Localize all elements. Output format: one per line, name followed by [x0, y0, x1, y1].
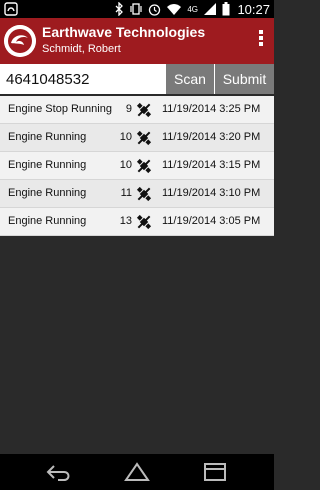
device-id-input[interactable]: [0, 64, 166, 94]
vibrate-icon: [130, 3, 142, 15]
event-list: Engine Stop Running 9 11/19/2014 3:25 PM…: [0, 96, 274, 236]
event-count: 13: [119, 215, 132, 227]
status-time: 10:27: [237, 2, 270, 17]
satellite-icon: [136, 102, 152, 118]
event-timestamp: 11/19/2014 3:10 PM: [162, 187, 261, 199]
recents-icon[interactable]: [200, 460, 230, 484]
bluetooth-icon: [115, 2, 124, 16]
event-timestamp: 11/19/2014 3:05 PM: [162, 215, 261, 227]
event-label: Engine Running: [8, 187, 87, 199]
event-row[interactable]: Engine Stop Running 9 11/19/2014 3:25 PM: [0, 96, 274, 124]
alarm-icon: [149, 4, 161, 16]
event-label: Engine Running: [8, 159, 87, 171]
back-icon[interactable]: [44, 460, 74, 484]
event-label: Engine Running: [8, 215, 87, 227]
event-count: 10: [119, 159, 132, 171]
earthwave-logo[interactable]: [4, 25, 36, 57]
submit-button[interactable]: Submit: [215, 64, 274, 94]
event-count: 11: [120, 187, 132, 199]
network-type: 4G: [187, 4, 198, 14]
event-timestamp: 11/19/2014 3:25 PM: [162, 103, 261, 115]
overflow-menu-icon[interactable]: [254, 28, 268, 54]
event-row[interactable]: Engine Running 11 11/19/2014 3:10 PM: [0, 180, 274, 208]
event-timestamp: 11/19/2014 3:15 PM: [162, 159, 261, 171]
user-name: Schmidt, Robert: [42, 43, 121, 55]
status-bar: 4G 10:27: [0, 0, 274, 18]
event-count: 10: [119, 131, 132, 143]
app-title: Earthwave Technologies: [42, 24, 206, 40]
satellite-icon: [136, 214, 152, 230]
event-label: Engine Running: [8, 131, 87, 143]
input-row: Scan Submit: [0, 64, 274, 94]
event-row[interactable]: Engine Running 10 11/19/2014 3:20 PM: [0, 124, 274, 152]
app-bar: Earthwave Technologies Schmidt, Robert: [0, 18, 274, 64]
event-timestamp: 11/19/2014 3:20 PM: [162, 131, 261, 143]
home-icon[interactable]: [122, 460, 152, 484]
scan-button[interactable]: Scan: [166, 64, 214, 94]
satellite-icon: [136, 158, 152, 174]
satellite-icon: [136, 130, 152, 146]
satellite-icon: [136, 186, 152, 202]
signal-icon: [204, 3, 216, 15]
wifi-icon: [167, 4, 182, 15]
battery-icon: [222, 2, 230, 16]
event-row[interactable]: Engine Running 10 11/19/2014 3:15 PM: [0, 152, 274, 180]
event-row[interactable]: Engine Running 13 11/19/2014 3:05 PM: [0, 208, 274, 236]
navigation-bar: [0, 454, 274, 490]
event-label: Engine Stop Running: [8, 103, 112, 115]
event-count: 9: [125, 103, 132, 115]
app-notification-icon: [4, 2, 18, 16]
